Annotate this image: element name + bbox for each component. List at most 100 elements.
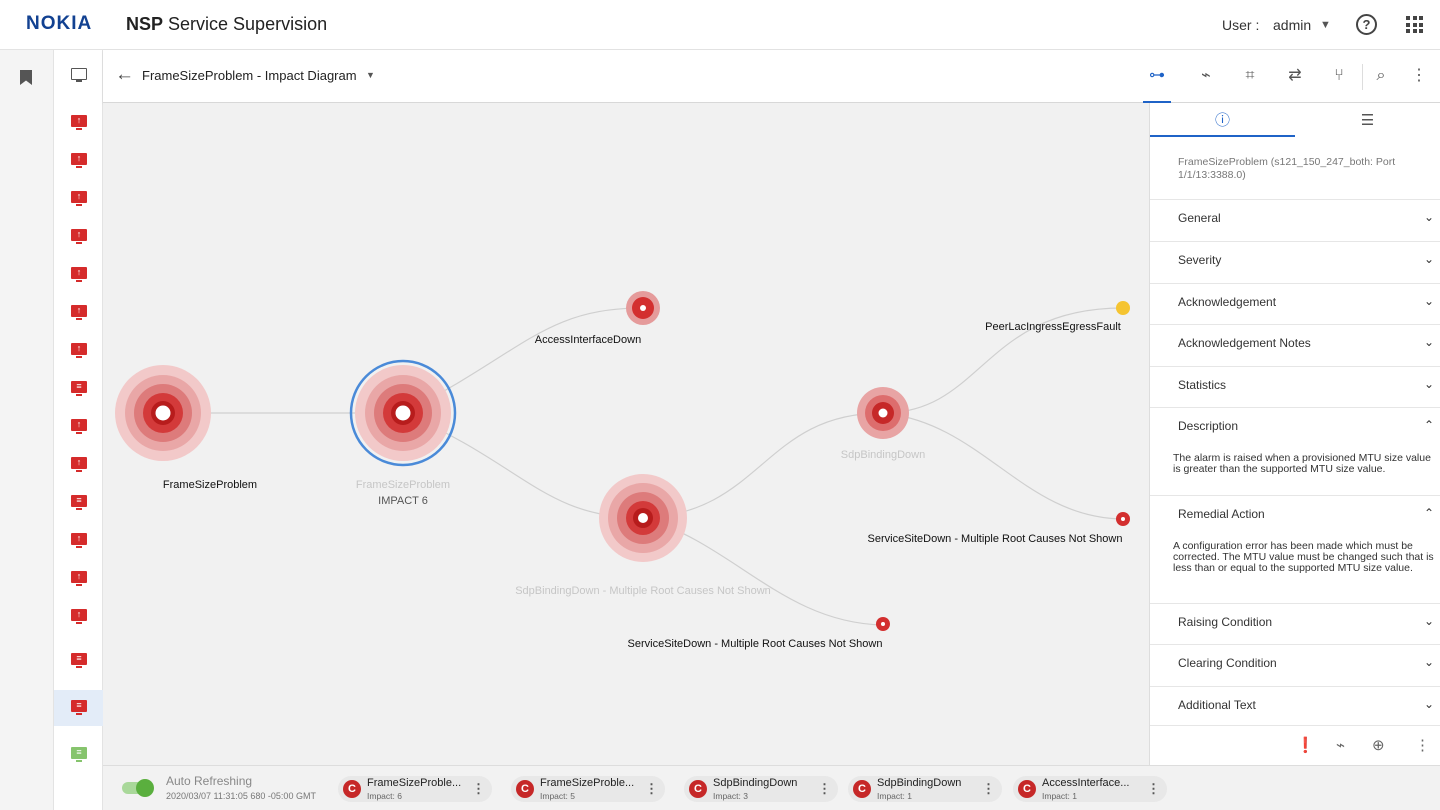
alarm-chip[interactable]: C FrameSizeProble... Impact: 6 ⋮ bbox=[338, 776, 492, 802]
alarm-list-item[interactable]: ↑ bbox=[54, 447, 103, 483]
alarm-chip[interactable]: C FrameSizeProble... Impact: 5 ⋮ bbox=[511, 776, 665, 802]
chip-impact: Impact: 3 bbox=[713, 791, 748, 801]
alarm-list-icon: ≡ bbox=[71, 495, 87, 510]
section-acknowledgement-notes[interactable]: Acknowledgement Notes ⌄ bbox=[1150, 324, 1440, 366]
section-remedial-action[interactable]: Remedial Action ⌃ A configuration error … bbox=[1150, 495, 1440, 603]
shuffle-icon[interactable]: ⇄ bbox=[1281, 63, 1309, 89]
topology-view-icon[interactable]: ⌗ bbox=[1236, 63, 1264, 89]
bookmark-icon[interactable] bbox=[20, 70, 32, 85]
title-dropdown-icon[interactable]: ▼ bbox=[366, 70, 375, 80]
chevron-down-icon: ⌄ bbox=[1424, 377, 1435, 391]
node-label: SdpBindingDown - Multiple Root Causes No… bbox=[515, 585, 771, 597]
page-title[interactable]: FrameSizeProblem - Impact Diagram bbox=[142, 68, 357, 83]
alarm-list-item-selected[interactable]: ≡ bbox=[54, 690, 103, 726]
section-description[interactable]: Description ⌃ The alarm is raised when a… bbox=[1150, 407, 1440, 495]
monitor-icon bbox=[71, 68, 87, 82]
apps-grid-icon[interactable] bbox=[1406, 16, 1423, 33]
diagram-node[interactable] bbox=[626, 291, 660, 325]
panel-subtitle: FrameSizeProblem (s121_150_247_both: Por… bbox=[1178, 156, 1396, 181]
node-label: FrameSizeProblem bbox=[355, 479, 451, 491]
auto-refresh-toggle[interactable] bbox=[122, 779, 154, 797]
alarm-list-item[interactable]: ↑ bbox=[54, 181, 103, 217]
diagram-node-selected[interactable] bbox=[349, 359, 457, 467]
critical-badge: C bbox=[516, 780, 534, 798]
alarm-list-item[interactable]: ↑ bbox=[54, 105, 103, 141]
chevron-down-icon: ⌄ bbox=[1424, 335, 1435, 349]
tab-info[interactable]: ⓘ bbox=[1150, 103, 1295, 137]
chip-impact: Impact: 1 bbox=[1042, 791, 1077, 801]
section-acknowledgement[interactable]: Acknowledgement ⌄ bbox=[1150, 283, 1440, 324]
user-menu-caret-icon[interactable]: ▼ bbox=[1320, 19, 1331, 31]
root-cause-icon[interactable]: ⌁ bbox=[1336, 736, 1345, 754]
diagram-node[interactable] bbox=[857, 387, 909, 439]
diagram-node[interactable] bbox=[1116, 301, 1130, 315]
alarm-list-item[interactable]: ↑ bbox=[54, 333, 103, 369]
alarm-exclamation-icon[interactable]: ❗ bbox=[1296, 736, 1315, 754]
node-label: ServiceSiteDown - Multiple Root Causes N… bbox=[627, 638, 883, 650]
back-arrow-icon[interactable]: ← bbox=[115, 64, 134, 86]
alarm-list-item[interactable]: ≡ bbox=[54, 485, 103, 521]
chip-impact: Impact: 1 bbox=[877, 791, 912, 801]
hierarchy-icon[interactable]: ⑂ bbox=[1325, 63, 1353, 89]
alarm-list-icon: ≡ bbox=[71, 381, 87, 396]
alarm-list-item[interactable]: ↑ bbox=[54, 409, 103, 445]
add-impact-icon[interactable]: ⊕ bbox=[1372, 736, 1385, 754]
section-raising-condition[interactable]: Raising Condition ⌄ bbox=[1150, 603, 1440, 644]
alarm-list-item[interactable]: ↑ bbox=[54, 561, 103, 597]
auto-refresh-label: Auto Refreshing bbox=[166, 774, 253, 788]
chip-impact: Impact: 6 bbox=[367, 791, 402, 801]
alarm-list-item[interactable]: ≡ bbox=[54, 371, 103, 407]
more-vert-icon[interactable]: ⋮ bbox=[818, 781, 831, 797]
alarm-list-item[interactable]: ↑ bbox=[54, 143, 103, 179]
chip-name: FrameSizeProble... bbox=[367, 777, 462, 789]
alarm-chip[interactable]: C SdpBindingDown Impact: 1 ⋮ bbox=[848, 776, 1002, 802]
alarm-list-item[interactable]: ≡ bbox=[54, 737, 103, 773]
more-vert-icon[interactable]: ⋮ bbox=[472, 781, 485, 797]
alarm-list-item[interactable]: ↑ bbox=[54, 257, 103, 293]
alarm-list-item[interactable]: ↑ bbox=[54, 523, 103, 559]
alarm-up-icon: ↑ bbox=[71, 267, 87, 282]
more-vert-icon[interactable]: ⋮ bbox=[1147, 781, 1160, 797]
diagram-node[interactable] bbox=[599, 474, 687, 562]
more-vert-icon[interactable]: ⋮ bbox=[982, 781, 995, 797]
diagram-node[interactable] bbox=[115, 365, 211, 461]
more-vert-icon[interactable]: ⋮ bbox=[1415, 736, 1430, 754]
left-rail bbox=[0, 50, 54, 810]
alarm-list-item[interactable]: ↑ bbox=[54, 599, 103, 635]
user-menu[interactable]: admin bbox=[1273, 17, 1311, 33]
alarm-list-item[interactable]: ↑ bbox=[54, 219, 103, 255]
list-icon: ☰ bbox=[1360, 112, 1375, 129]
alarm-up-icon: ↑ bbox=[71, 115, 87, 130]
root-cause-view-icon[interactable]: ⌁ bbox=[1192, 63, 1220, 89]
more-vert-icon[interactable]: ⋮ bbox=[645, 781, 658, 797]
section-general[interactable]: General ⌄ bbox=[1150, 199, 1440, 241]
alarm-list-item[interactable] bbox=[54, 58, 103, 94]
node-label: ServiceSiteDown - Multiple Root Causes N… bbox=[867, 533, 1123, 545]
impact-view-icon[interactable]: ⊶ bbox=[1143, 63, 1171, 103]
section-additional-text[interactable]: Additional Text ⌄ bbox=[1150, 686, 1440, 726]
chevron-up-icon: ⌃ bbox=[1424, 418, 1435, 432]
help-icon[interactable]: ? bbox=[1356, 14, 1377, 35]
more-vert-icon[interactable]: ⋮ bbox=[1405, 63, 1433, 89]
alarm-chip[interactable]: C SdpBindingDown Impact: 3 ⋮ bbox=[684, 776, 838, 802]
alarm-list-item[interactable]: ↑ bbox=[54, 295, 103, 331]
section-label: Acknowledgement Notes bbox=[1178, 336, 1311, 350]
alarm-list-item[interactable]: ≡ bbox=[54, 643, 103, 679]
node-label: AccessInterfaceDown bbox=[534, 334, 642, 346]
alarm-list-icon: ≡ bbox=[71, 700, 87, 715]
alarm-up-icon: ↑ bbox=[71, 343, 87, 358]
search-icon[interactable]: ⌕ bbox=[1367, 63, 1395, 89]
impact-diagram-canvas[interactable]: FrameSizeProblem FrameSizeProblem IMPACT… bbox=[103, 103, 1149, 765]
section-clearing-condition[interactable]: Clearing Condition ⌄ bbox=[1150, 644, 1440, 686]
section-statistics[interactable]: Statistics ⌄ bbox=[1150, 366, 1440, 407]
refresh-timestamp: 2020/03/07 11:31:05 680 -05:00 GMT bbox=[166, 791, 316, 801]
alarm-up-icon: ↑ bbox=[71, 457, 87, 472]
section-severity[interactable]: Severity ⌄ bbox=[1150, 241, 1440, 283]
status-bar: Auto Refreshing 2020/03/07 11:31:05 680 … bbox=[103, 765, 1440, 810]
diagram-node[interactable] bbox=[1116, 512, 1130, 526]
tab-list[interactable]: ☰ bbox=[1295, 103, 1440, 137]
section-label: Statistics bbox=[1178, 378, 1227, 392]
alarm-chip[interactable]: C AccessInterface... Impact: 1 ⋮ bbox=[1013, 776, 1167, 802]
section-label: Clearing Condition bbox=[1178, 656, 1277, 670]
diagram-node[interactable] bbox=[876, 617, 890, 631]
